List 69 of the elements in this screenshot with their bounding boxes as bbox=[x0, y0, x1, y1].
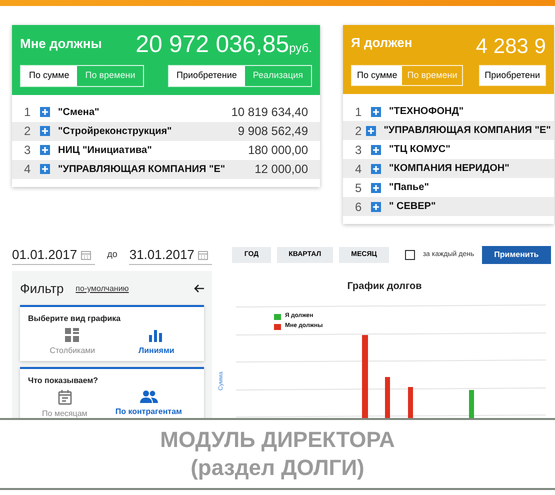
company-name: "УПРАВЛЯЮЩАЯ КОМПАНИЯ "Е" bbox=[384, 124, 551, 138]
calendar-icon[interactable] bbox=[198, 250, 208, 260]
row-number: 1 bbox=[24, 104, 32, 121]
chart-option[interactable]: По месяцам bbox=[42, 390, 88, 420]
calendar-icon[interactable] bbox=[81, 250, 92, 260]
row-number: 2 bbox=[355, 122, 362, 140]
chart-option[interactable]: По контрагентам bbox=[115, 390, 182, 420]
row-number: 6 bbox=[355, 198, 363, 216]
card-title: Мне должны bbox=[20, 34, 102, 53]
plus-icon[interactable] bbox=[40, 107, 50, 117]
chart-bar bbox=[385, 377, 390, 420]
plus-icon[interactable] bbox=[371, 182, 381, 192]
chart-option[interactable]: Линиями bbox=[138, 328, 174, 356]
caption-text: (раздел ДОЛГИ) bbox=[190, 454, 364, 482]
row-number: 3 bbox=[355, 142, 363, 158]
plus-icon[interactable] bbox=[40, 126, 50, 136]
currency-label: руб. bbox=[289, 40, 312, 57]
toggle-tab[interactable]: По сумме bbox=[21, 66, 78, 86]
plus-icon[interactable] bbox=[371, 164, 381, 174]
apply-button[interactable]: Применить bbox=[482, 246, 551, 264]
calendar-icon bbox=[58, 390, 72, 404]
debt-amount: 10 819 634,40 bbox=[231, 104, 308, 121]
chart-title: График долгов bbox=[347, 280, 422, 294]
plus-icon[interactable] bbox=[371, 106, 381, 116]
back-arrow-icon[interactable] bbox=[194, 284, 204, 294]
section-title: Что показываем? bbox=[28, 374, 100, 386]
plus-icon[interactable] bbox=[40, 164, 50, 174]
toggle-tab[interactable]: По сумме bbox=[352, 66, 402, 85]
people-icon bbox=[140, 390, 158, 402]
company-name: "Папье" bbox=[389, 181, 429, 195]
row-number: 4 bbox=[24, 161, 32, 178]
toggle-tab[interactable]: Приобретение bbox=[168, 66, 245, 86]
date-from-field[interactable]: 01.01.2017 bbox=[12, 244, 78, 264]
row-number: 4 bbox=[355, 160, 363, 178]
filter-title: Фильтр bbox=[20, 280, 64, 298]
debt-amount: 180 000,00 bbox=[248, 142, 308, 159]
row-number: 1 bbox=[355, 104, 363, 120]
toggle-tab[interactable]: Приобретени bbox=[480, 66, 545, 85]
total-amount: 20 972 036,85 bbox=[136, 33, 290, 57]
chart-bar bbox=[408, 387, 413, 420]
daily-checkbox[interactable] bbox=[404, 250, 415, 260]
plus-icon[interactable] bbox=[366, 126, 376, 136]
bar-chart-icon bbox=[149, 328, 164, 342]
chart-option[interactable]: Столбиками bbox=[50, 328, 96, 356]
company-name: "Стройреконструкция" bbox=[58, 124, 172, 138]
row-number: 3 bbox=[24, 142, 32, 159]
plus-icon[interactable] bbox=[371, 144, 381, 154]
debt-amount: 9 908 562,49 bbox=[238, 123, 308, 140]
row-number: 2 bbox=[24, 123, 32, 140]
caption-text: МОДУЛЬ ДИРЕКТОРА bbox=[160, 426, 395, 454]
company-name: "УПРАВЛЯЮЩАЯ КОМПАНИЯ "Е" bbox=[58, 162, 226, 176]
row-number: 5 bbox=[355, 180, 363, 196]
company-name: НИЦ "Инициатива" bbox=[58, 144, 152, 158]
debt-amount: 12 000,00 bbox=[254, 161, 308, 178]
company-name: " СЕВЕР" bbox=[389, 200, 436, 214]
chart-bar bbox=[469, 390, 474, 420]
company-name: "Смена" bbox=[58, 106, 100, 120]
company-name: "ТЦ КОМУС" bbox=[389, 143, 450, 157]
date-separator: до bbox=[106, 248, 118, 262]
grid-icon bbox=[65, 328, 80, 342]
reset-link[interactable]: по-умолчанию bbox=[76, 282, 129, 295]
card-title: Я должен bbox=[351, 34, 412, 52]
total-amount: 4 283 9 bbox=[476, 36, 546, 56]
company-name: "ТЕХНОФОНД" bbox=[389, 105, 464, 119]
plus-icon[interactable] bbox=[371, 202, 381, 212]
company-name: "КОМПАНИЯ НЕРИДОН" bbox=[389, 162, 510, 176]
plus-icon[interactable] bbox=[40, 145, 50, 155]
date-to-field[interactable]: 31.01.2017 bbox=[129, 244, 194, 264]
section-title: Выберите вид графика bbox=[28, 312, 122, 324]
